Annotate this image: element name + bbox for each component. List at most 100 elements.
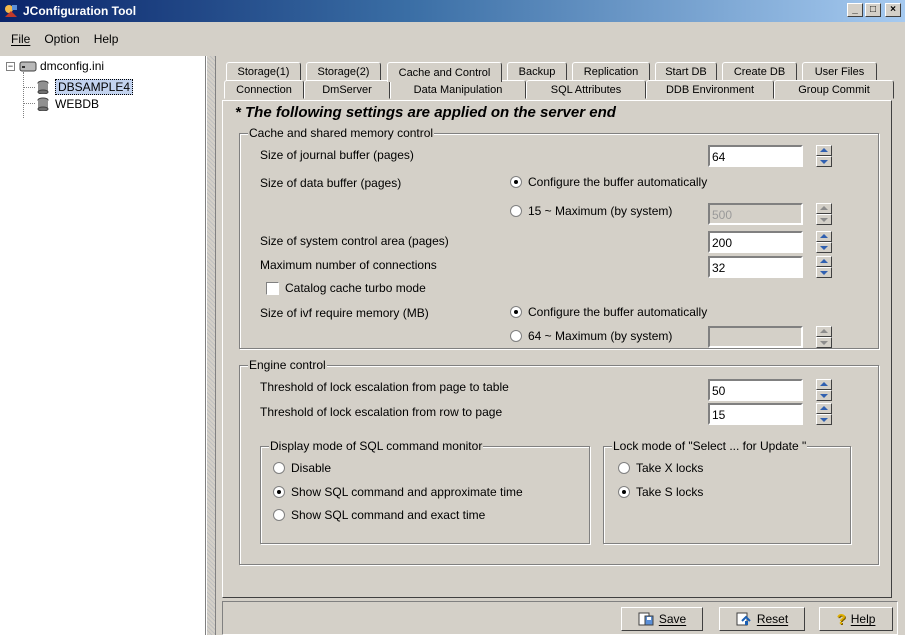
radio-unselected-icon — [510, 205, 522, 217]
radio-selected-icon — [510, 306, 522, 318]
cache-group-title: Cache and shared memory control — [248, 126, 435, 140]
config-tree: − dmconfig.ini DBSAMPLE4 WEBDB — [0, 56, 206, 635]
save-button[interactable]: Save — [621, 607, 703, 631]
spin-up-icon[interactable] — [816, 231, 832, 242]
tab-backup[interactable]: Backup — [507, 62, 567, 81]
spin-down-icon[interactable] — [816, 214, 832, 225]
tab-connection[interactable]: Connection — [224, 80, 304, 99]
tab-data-manipulation[interactable]: Data Manipulation — [390, 80, 526, 99]
spin-down-icon[interactable] — [816, 242, 832, 253]
lock-mode-option-label: Take S locks — [636, 485, 704, 499]
tab-sql-attributes[interactable]: SQL Attributes — [526, 80, 646, 99]
system-area-spinner: 200 — [708, 231, 832, 253]
minimize-button[interactable]: _ — [847, 3, 863, 17]
tree-item-webdb[interactable]: WEBDB — [37, 96, 99, 112]
ivf-memory-spinner — [708, 326, 832, 348]
max-connections-input[interactable]: 32 — [708, 256, 803, 278]
display-mode-exact-radio[interactable]: Show SQL command and exact time — [273, 508, 485, 522]
radio-unselected-icon — [618, 462, 630, 474]
system-area-label: Size of system control area (pages) — [260, 234, 449, 248]
data-buffer-input[interactable]: 500 — [708, 203, 803, 225]
spin-down-icon[interactable] — [816, 337, 832, 348]
radio-selected-icon — [618, 486, 630, 498]
spin-up-icon[interactable] — [816, 326, 832, 337]
lock-mode-group: Lock mode of "Select ... for Update " Ta… — [603, 439, 851, 544]
tab-create-db[interactable]: Create DB — [722, 62, 797, 81]
data-buffer-auto-radio[interactable]: Configure the buffer automatically — [510, 175, 707, 189]
max-connections-label: Maximum number of connections — [260, 258, 437, 272]
menu-help[interactable]: Help — [87, 32, 126, 46]
ivf-auto-label: Configure the buffer automatically — [528, 305, 708, 319]
spin-up-icon[interactable] — [816, 145, 832, 156]
display-mode-group: Display mode of SQL command monitor Disa… — [260, 439, 590, 544]
spin-down-icon[interactable] — [816, 390, 832, 401]
data-buffer-auto-label: Configure the buffer automatically — [528, 175, 708, 189]
app-icon — [5, 5, 17, 17]
tab-dmserver[interactable]: DmServer — [304, 80, 390, 99]
data-buffer-manual-radio[interactable]: 15 ~ Maximum (by system) — [510, 204, 672, 218]
title-bar: JConfiguration Tool _ □ × — [0, 0, 905, 22]
menu-option[interactable]: Option — [37, 32, 86, 46]
close-button[interactable]: × — [885, 3, 901, 17]
journal-buffer-input[interactable]: 64 — [708, 145, 803, 167]
database-icon — [37, 80, 49, 94]
tab-cache-and-control[interactable]: Cache and Control — [387, 62, 502, 82]
system-area-input[interactable]: 200 — [708, 231, 803, 253]
tab-storage1[interactable]: Storage(1) — [226, 62, 301, 81]
save-label: Save — [658, 612, 687, 626]
menu-bar: File Option Help — [0, 22, 905, 56]
database-icon — [37, 97, 49, 111]
lock-mode-x-radio[interactable]: Take X locks — [618, 461, 703, 475]
save-icon — [638, 612, 654, 626]
spin-down-icon[interactable] — [816, 414, 832, 425]
display-mode-disable-radio[interactable]: Disable — [273, 461, 331, 475]
cache-group: Cache and shared memory control Size of … — [239, 126, 879, 349]
help-button[interactable]: ? Help — [819, 607, 893, 631]
tree-root[interactable]: − dmconfig.ini — [6, 58, 104, 74]
lock-mode-title: Lock mode of "Select ... for Update " — [612, 439, 808, 453]
catalog-turbo-checkbox[interactable]: Catalog cache turbo mode — [266, 281, 426, 295]
data-buffer-manual-label: 15 ~ Maximum (by system) — [528, 204, 673, 218]
lock-page-table-label: Threshold of lock escalation from page t… — [260, 380, 509, 394]
journal-buffer-label: Size of journal buffer (pages) — [260, 148, 414, 162]
tab-group-commit[interactable]: Group Commit — [774, 80, 894, 99]
ivf-memory-input[interactable] — [708, 326, 803, 348]
tab-user-files[interactable]: User Files — [802, 62, 877, 81]
engine-group: Engine control Threshold of lock escalat… — [239, 358, 879, 565]
data-buffer-label: Size of data buffer (pages) — [260, 176, 402, 190]
lock-page-table-input[interactable]: 50 — [708, 379, 803, 401]
tab-area: Storage(1) Storage(2) Cache and Control … — [222, 60, 898, 600]
engine-group-title: Engine control — [248, 358, 327, 372]
tab-storage2[interactable]: Storage(2) — [306, 62, 381, 81]
ivf-manual-radio[interactable]: 64 ~ Maximum (by system) — [510, 329, 672, 343]
display-mode-approx-radio[interactable]: Show SQL command and approximate time — [273, 485, 523, 499]
maximize-button[interactable]: □ — [865, 3, 881, 17]
spin-up-icon[interactable] — [816, 256, 832, 267]
lock-row-page-input[interactable]: 15 — [708, 403, 803, 425]
tab-start-db[interactable]: Start DB — [655, 62, 717, 81]
menu-file[interactable]: File — [4, 32, 37, 46]
catalog-turbo-label: Catalog cache turbo mode — [285, 281, 426, 295]
spin-down-icon[interactable] — [816, 267, 832, 278]
main-panel: Storage(1) Storage(2) Cache and Control … — [218, 56, 905, 635]
spin-up-icon[interactable] — [816, 403, 832, 414]
ivf-memory-label: Size of ivf require memory (MB) — [260, 306, 429, 320]
reset-icon — [736, 612, 751, 626]
tree-item-label: DBSAMPLE4 — [55, 79, 134, 95]
window-title: JConfiguration Tool — [23, 4, 137, 18]
spin-down-icon[interactable] — [816, 156, 832, 167]
reset-button[interactable]: Reset — [719, 607, 805, 631]
splitter-handle[interactable] — [206, 56, 216, 635]
lock-row-page-spinner: 15 — [708, 403, 832, 425]
lock-page-table-spinner: 50 — [708, 379, 832, 401]
spin-up-icon[interactable] — [816, 379, 832, 390]
spin-up-icon[interactable] — [816, 203, 832, 214]
tree-item-dbsample4[interactable]: DBSAMPLE4 — [37, 79, 134, 95]
ivf-auto-radio[interactable]: Configure the buffer automatically — [510, 305, 707, 319]
lock-mode-s-radio[interactable]: Take S locks — [618, 485, 703, 499]
collapse-icon[interactable]: − — [6, 61, 15, 71]
radio-selected-icon — [510, 176, 522, 188]
button-bar: Save Reset ? Help — [222, 601, 898, 635]
tab-replication[interactable]: Replication — [572, 62, 650, 81]
tab-ddb-environment[interactable]: DDB Environment — [646, 80, 774, 99]
